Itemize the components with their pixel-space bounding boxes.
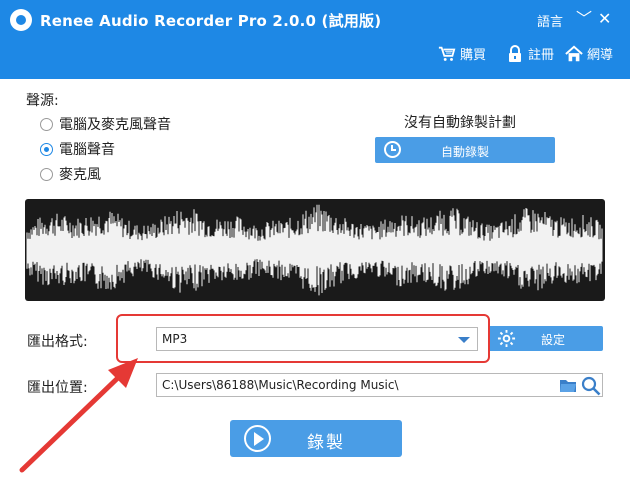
annotation-highlight-box — [116, 314, 490, 363]
source-option-mic[interactable]: 麥克風 — [40, 164, 101, 184]
home-icon — [565, 44, 583, 61]
auto-record-label: 自動錄製 — [440, 145, 489, 159]
radio-button[interactable] — [40, 167, 53, 181]
play-icon — [244, 425, 271, 452]
format-settings-button[interactable]: 設定 — [488, 326, 603, 351]
format-label: 匯出格式: — [27, 334, 88, 350]
minimize-button[interactable]: ﹀ — [576, 8, 592, 30]
radio-button[interactable] — [40, 117, 53, 131]
app-logo-icon — [10, 9, 32, 31]
home-label: 網導 — [587, 48, 614, 63]
buy-label: 購買 — [460, 48, 487, 63]
lock-icon — [509, 44, 521, 62]
folder-icon[interactable] — [560, 379, 576, 392]
language-button[interactable]: 語言 — [537, 11, 563, 30]
waveform-graphic — [26, 204, 603, 296]
home-button[interactable]: 網導 — [565, 44, 613, 63]
close-button[interactable]: ✕ — [598, 8, 611, 30]
location-label: 匯出位置: — [27, 380, 88, 396]
auto-record-button[interactable]: 自動錄製 — [375, 137, 555, 163]
gear-icon — [497, 329, 516, 348]
source-label: 聲源: — [26, 93, 59, 109]
waveform-path — [26, 204, 603, 296]
source-option-computer-and-mic[interactable]: 電腦及麥克風聲音 — [40, 114, 171, 134]
buy-button[interactable]: 購買 — [438, 44, 486, 63]
source-option-label: 電腦及麥克風聲音 — [59, 117, 171, 133]
waveform-display — [25, 199, 605, 301]
cart-icon — [438, 46, 456, 61]
register-button[interactable]: 註冊 — [506, 44, 554, 63]
window-title: Renee Audio Recorder Pro 2.0.0 (試用版) — [40, 12, 382, 30]
record-label: 錄製 — [307, 433, 345, 453]
settings-label: 設定 — [541, 333, 566, 347]
source-option-label: 電腦聲音 — [59, 142, 115, 158]
register-label: 註冊 — [528, 48, 555, 63]
source-option-label: 麥克風 — [59, 167, 101, 183]
search-icon[interactable] — [581, 376, 601, 396]
record-button[interactable]: 錄製 — [230, 420, 402, 457]
title-bar: Renee Audio Recorder Pro 2.0.0 (試用版) 語言 … — [0, 0, 630, 79]
schedule-status: 沒有自動錄製計劃 — [404, 115, 516, 131]
output-path-field[interactable]: C:\Users\86188\Music\Recording Music\ — [156, 373, 603, 397]
output-path-value: C:\Users\86188\Music\Recording Music\ — [162, 378, 399, 392]
radio-button-checked[interactable] — [40, 142, 53, 156]
source-option-computer[interactable]: 電腦聲音 — [40, 139, 115, 159]
